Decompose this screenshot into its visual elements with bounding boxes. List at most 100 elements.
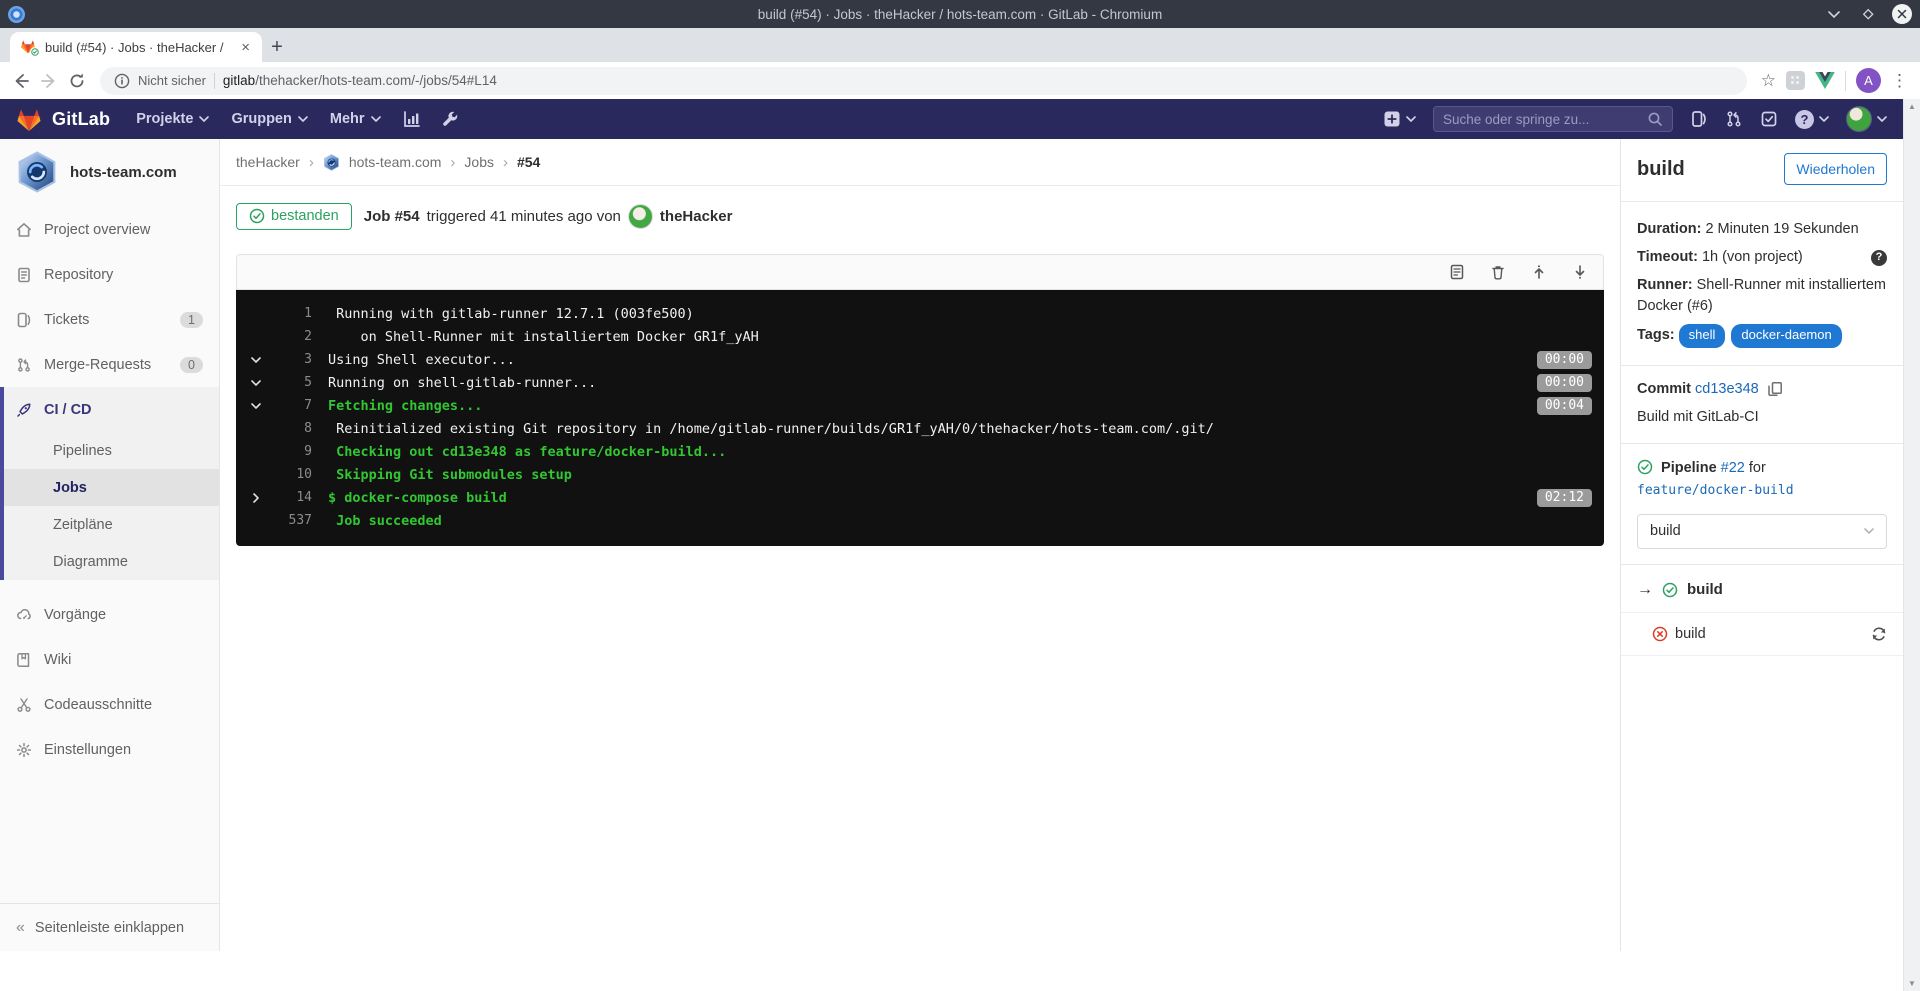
project-name[interactable]: hots-team.com xyxy=(70,164,177,181)
project-context[interactable]: hots-team.com xyxy=(0,139,219,207)
log-line-collapsed: 14 $ docker-compose build 02:12 xyxy=(248,486,1592,509)
tag-shell: shell xyxy=(1678,324,1726,348)
commit-message: Build mit GitLab-CI xyxy=(1637,408,1759,425)
new-menu[interactable] xyxy=(1383,110,1416,128)
job-number: Job #54 xyxy=(363,208,420,225)
sidebar-item-merge-requests[interactable]: Merge-Requests 0 xyxy=(0,342,219,387)
close-button[interactable] xyxy=(1892,4,1912,24)
forward-icon[interactable] xyxy=(40,72,58,90)
breadcrumb-project[interactable]: hots-team.com xyxy=(349,154,442,170)
home-icon xyxy=(17,222,31,237)
sidebar-item-snippets[interactable]: Codeausschnitte xyxy=(0,682,219,727)
menu-groups[interactable]: Gruppen xyxy=(231,111,308,127)
sidebar-item-settings[interactable]: Einstellungen xyxy=(0,727,219,772)
sidebar-item-charts[interactable]: Diagramme xyxy=(4,543,219,580)
minimize-button[interactable] xyxy=(1824,4,1844,24)
sidebar-item-pipelines[interactable]: Pipelines xyxy=(4,432,219,469)
maximize-button[interactable] xyxy=(1858,4,1878,24)
tab-close-icon[interactable]: × xyxy=(239,40,252,55)
back-icon[interactable] xyxy=(12,72,30,90)
sidebar-collapse-toggle[interactable]: « Seitenleiste einklappen xyxy=(0,903,219,951)
show-raw-icon[interactable] xyxy=(1449,264,1465,280)
todos-icon[interactable] xyxy=(1760,110,1778,128)
extension-icon[interactable] xyxy=(1786,71,1805,90)
trigger-user-avatar[interactable] xyxy=(627,204,653,229)
breadcrumb-jobs[interactable]: Jobs xyxy=(464,154,494,170)
chevron-down-icon[interactable] xyxy=(248,402,275,409)
issues-icon xyxy=(17,312,31,327)
global-search[interactable] xyxy=(1433,106,1673,132)
pipeline-ref-link[interactable]: feature/docker-build xyxy=(1637,483,1794,498)
admin-wrench-icon[interactable] xyxy=(441,110,459,128)
url-text[interactable]: gitlab/thehacker/hots-team.com/-/jobs/54… xyxy=(223,73,497,88)
timeout-help-icon[interactable]: ? xyxy=(1871,249,1887,266)
breadcrumb-group[interactable]: theHacker xyxy=(236,154,300,170)
pipeline-id-link[interactable]: #22 xyxy=(1721,460,1745,476)
search-input[interactable] xyxy=(1443,111,1647,127)
log-line-collapsible: 7 Fetching changes... 00:04 xyxy=(248,394,1592,417)
collapse-arrows-icon: « xyxy=(16,918,25,936)
tanuki-icon xyxy=(17,108,41,131)
user-menu[interactable] xyxy=(1846,106,1887,132)
scroll-down-icon[interactable]: ▼ xyxy=(1908,979,1916,988)
erase-log-icon[interactable] xyxy=(1490,264,1506,280)
chevron-right-icon[interactable] xyxy=(248,492,275,503)
menu-more[interactable]: Mehr xyxy=(330,111,381,127)
scroll-up-icon[interactable]: ▲ xyxy=(1908,102,1916,111)
retry-icon[interactable] xyxy=(1871,626,1887,642)
sidebar-item-operations[interactable]: Vorgänge xyxy=(0,592,219,637)
reload-icon[interactable] xyxy=(68,72,86,90)
sidebar-item-cicd[interactable]: CI / CD xyxy=(4,387,219,432)
vue-devtools-icon[interactable] xyxy=(1815,72,1835,89)
activity-chart-icon[interactable] xyxy=(403,110,421,128)
status-badge[interactable]: bestanden xyxy=(236,203,352,230)
log-line: 1 Running with gitlab-runner 12.7.1 (003… xyxy=(304,305,694,322)
gitlab-logo[interactable]: GitLab xyxy=(16,107,110,132)
url-field[interactable]: Nicht sicher gitlab/thehacker/hots-team.… xyxy=(100,66,1747,95)
cloud-gauge-icon xyxy=(17,608,31,619)
tab-status-check-icon xyxy=(30,47,40,57)
scroll-bottom-icon[interactable] xyxy=(1572,264,1588,280)
pipeline-block: Pipeline #22 for feature/docker-build bu… xyxy=(1621,444,1903,565)
browser-profile-avatar[interactable]: A xyxy=(1856,68,1881,93)
bookmark-star-icon[interactable]: ☆ xyxy=(1761,71,1776,91)
help-menu[interactable]: ? xyxy=(1795,109,1829,129)
trigger-user-name[interactable]: theHacker xyxy=(660,208,733,225)
page-scrollbar[interactable]: ▲ ▼ xyxy=(1903,99,1920,991)
job-meta-block: Duration: 2 Minuten 19 Sekunden Timeout:… xyxy=(1621,202,1903,366)
stage-job-row[interactable]: build xyxy=(1621,611,1903,656)
security-label[interactable]: Nicht sicher xyxy=(138,73,206,88)
sidebar-item-repository[interactable]: Repository xyxy=(0,252,219,297)
stage-dropdown[interactable]: build xyxy=(1637,513,1887,549)
job-details-sidebar: build Wiederholen Duration: 2 Minuten 19… xyxy=(1620,139,1903,951)
menu-projects[interactable]: Projekte xyxy=(136,111,210,127)
commit-block: Commit cd13e348 Build mit GitLab-CI xyxy=(1621,366,1903,444)
new-tab-button[interactable]: + xyxy=(262,32,292,62)
failed-status-icon xyxy=(1652,626,1668,642)
section-timer: 00:00 xyxy=(1536,350,1592,369)
section-timer: 00:04 xyxy=(1536,396,1592,415)
tickets-count-badge: 1 xyxy=(180,311,203,328)
cicd-section: CI / CD Pipelines Jobs Zeitpläne Diagram… xyxy=(0,387,219,580)
sidebar-item-schedules[interactable]: Zeitpläne xyxy=(4,506,219,543)
chevron-down-icon[interactable] xyxy=(248,379,275,386)
merge-requests-icon[interactable] xyxy=(1725,110,1743,128)
plus-square-icon xyxy=(1384,111,1400,127)
copy-commit-icon[interactable] xyxy=(1767,381,1783,397)
sidebar-item-overview[interactable]: Project overview xyxy=(0,207,219,252)
gitlab-wordmark[interactable]: GitLab xyxy=(52,109,110,130)
sidebar-item-wiki[interactable]: Wiki xyxy=(0,637,219,682)
chevron-down-icon[interactable] xyxy=(248,356,275,363)
sidebar-item-jobs[interactable]: Jobs xyxy=(4,469,219,506)
window-title: build (#54) · Jobs · theHacker / hots-te… xyxy=(757,6,1163,22)
sidebar-item-tickets[interactable]: Tickets 1 xyxy=(0,297,219,342)
commit-sha-link[interactable]: cd13e348 xyxy=(1695,381,1759,397)
stage-job-name: build xyxy=(1675,625,1706,642)
scroll-top-icon[interactable] xyxy=(1531,264,1547,280)
issues-icon[interactable] xyxy=(1690,110,1708,128)
browser-tab[interactable]: build (#54) · Jobs · theHacker / × xyxy=(10,32,262,62)
browser-titlebar: build (#54) · Jobs · theHacker / hots-te… xyxy=(0,0,1920,28)
info-icon[interactable] xyxy=(114,73,130,89)
retry-job-button[interactable]: Wiederholen xyxy=(1784,153,1887,185)
browser-menu-icon[interactable]: ⋮ xyxy=(1891,71,1908,91)
